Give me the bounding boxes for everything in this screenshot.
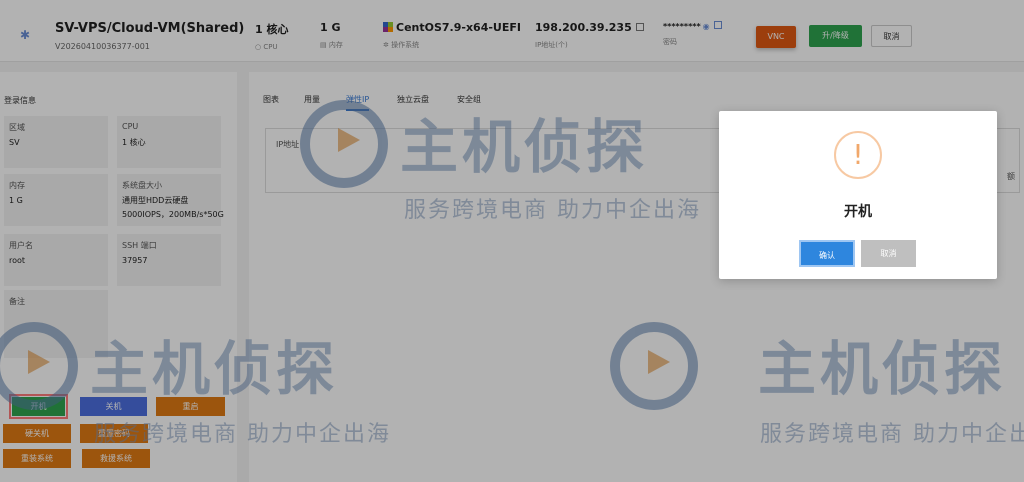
dialog-title: 开机: [844, 204, 872, 220]
warning-icon: !: [834, 131, 882, 179]
confirm-button[interactable]: 确认: [799, 240, 855, 267]
dialog-cancel-button[interactable]: 取消: [861, 240, 916, 267]
confirm-dialog: ! 开机 确认 取消: [719, 111, 997, 279]
